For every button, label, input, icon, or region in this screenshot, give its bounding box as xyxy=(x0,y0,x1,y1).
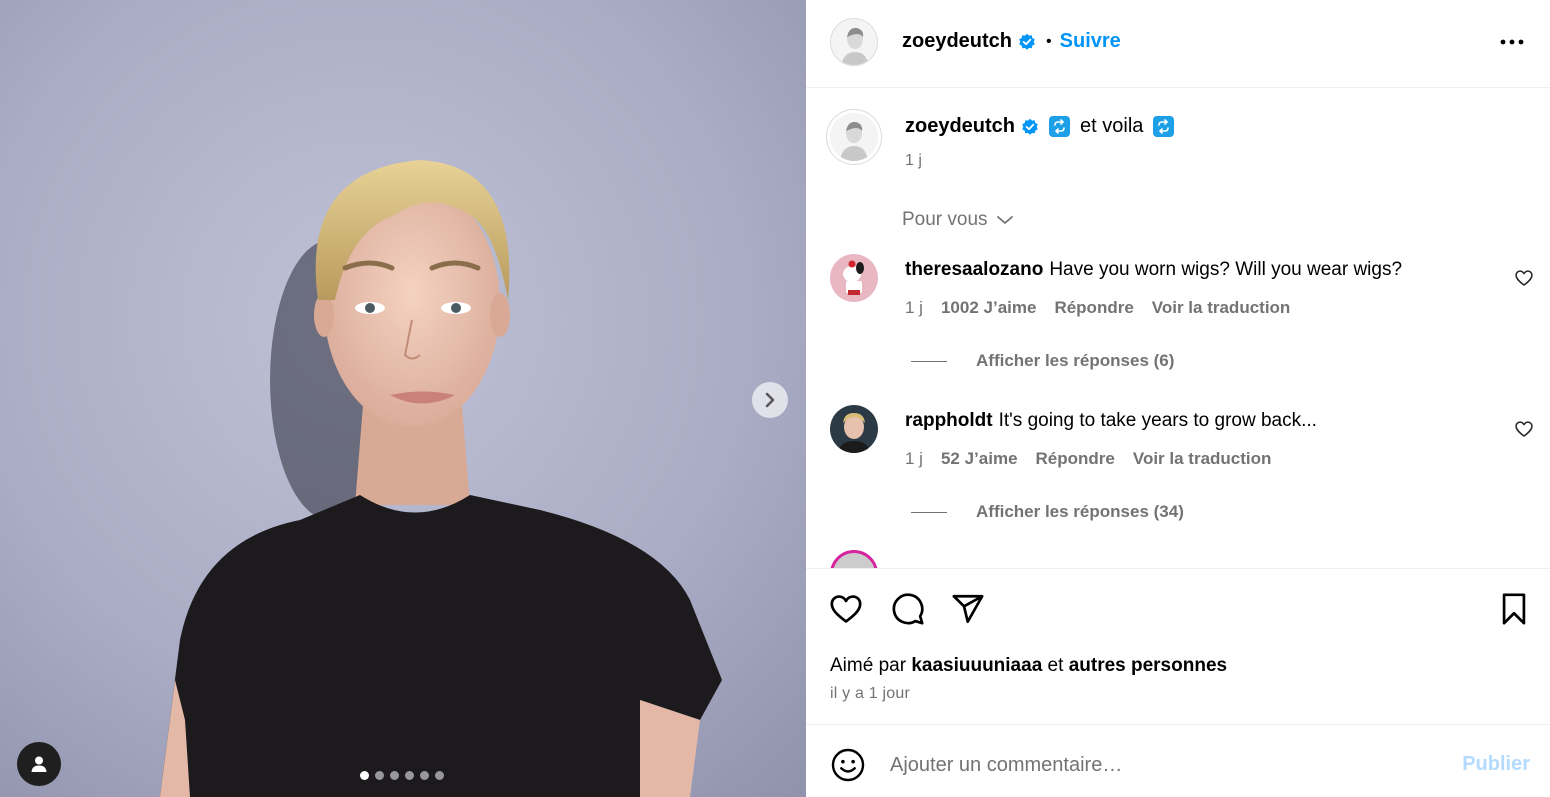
follow-button[interactable]: Suivre xyxy=(1060,30,1121,53)
comment-sort-dropdown[interactable]: Pour vous xyxy=(902,209,1014,231)
comment-bubble-icon xyxy=(892,593,924,625)
carousel-dot xyxy=(390,771,399,780)
comment-body: rappholdt It's going to take years to gro… xyxy=(905,410,1317,432)
carousel-indicator xyxy=(360,771,444,780)
comments-section[interactable]: zoeydeutch et voila 1 j Pour vous theres… xyxy=(806,89,1550,568)
comment-meta: 1 j 1002 J’aime Répondre Voir la traduct… xyxy=(905,298,1290,318)
author-username[interactable]: zoeydeutch xyxy=(902,30,1012,53)
carousel-next-button[interactable] xyxy=(752,382,788,418)
separator-dot: • xyxy=(1046,32,1052,50)
see-translation-button[interactable]: Voir la traduction xyxy=(1133,449,1272,469)
more-horizontal-icon xyxy=(1500,39,1524,45)
caption-author-avatar[interactable] xyxy=(826,109,882,165)
caption-text: et voila xyxy=(1080,115,1144,137)
comment-meta: 1 j 52 J’aime Répondre Voir la traductio… xyxy=(905,449,1271,469)
post-photo xyxy=(0,0,806,797)
caption-username[interactable]: zoeydeutch xyxy=(905,115,1015,138)
publish-comment-button[interactable]: Publier xyxy=(1462,753,1530,776)
add-comment-bar: Publier xyxy=(806,724,1550,797)
caption-timestamp[interactable]: 1 j xyxy=(905,152,922,170)
comment-timestamp[interactable]: 1 j xyxy=(905,449,923,469)
chevron-right-icon xyxy=(765,392,775,408)
author-avatar[interactable] xyxy=(830,18,878,66)
comment-sort-label: Pour vous xyxy=(902,209,988,230)
comment-text: Have you worn wigs? Will you wear wigs? xyxy=(1049,259,1403,280)
commenter-avatar[interactable] xyxy=(830,405,878,453)
avatar-image xyxy=(830,254,878,302)
post-side-panel: zoeydeutch • Suivre zoeydeutch et voila … xyxy=(806,0,1550,797)
bookmark-icon xyxy=(1502,593,1526,625)
repeat-emoji-icon xyxy=(1153,116,1175,137)
liked-by-joiner: et xyxy=(1047,655,1064,676)
carousel-dot xyxy=(375,771,384,780)
heart-icon xyxy=(830,595,862,623)
view-replies-label: Afficher les réponses (34) xyxy=(976,502,1184,521)
smiley-face-icon xyxy=(831,748,865,782)
replies-divider xyxy=(911,511,947,513)
comment-like-heart-icon[interactable] xyxy=(1514,268,1534,288)
commenter-username[interactable]: rappholdt xyxy=(905,410,993,431)
comment-text: It's going to take years to grow back... xyxy=(998,410,1317,431)
header-user-row: zoeydeutch • Suivre xyxy=(902,30,1121,53)
liked-by-prefix: Aimé par xyxy=(830,655,907,676)
chevron-down-icon xyxy=(996,216,1013,224)
post-media xyxy=(0,0,806,797)
caption-line: zoeydeutch et voila xyxy=(905,115,1175,138)
liked-by-username[interactable]: kaasiuuuniaaa xyxy=(911,655,1042,676)
view-replies-button[interactable]: Afficher les réponses (6) xyxy=(911,351,1174,371)
comment-likes-count[interactable]: 52 J’aime xyxy=(941,449,1018,469)
more-options-button[interactable] xyxy=(1498,30,1526,54)
comment-button[interactable] xyxy=(890,591,926,627)
post-timestamp[interactable]: il y a 1 jour xyxy=(830,685,910,703)
verified-badge-icon xyxy=(1021,118,1039,136)
like-button[interactable] xyxy=(828,591,864,627)
replies-divider xyxy=(911,360,947,362)
verified-badge-icon xyxy=(1018,33,1036,51)
save-button[interactable] xyxy=(1496,591,1532,627)
emoji-picker-button[interactable] xyxy=(830,747,866,783)
comment-like-heart-icon[interactable] xyxy=(1514,419,1534,439)
liked-by-others-link[interactable]: autres personnes xyxy=(1069,655,1227,676)
reply-button[interactable]: Répondre xyxy=(1054,298,1133,318)
user-icon xyxy=(31,756,47,772)
avatar-image xyxy=(830,113,878,161)
repeat-emoji-icon xyxy=(1049,116,1071,137)
carousel-dot xyxy=(420,771,429,780)
comment-input[interactable] xyxy=(890,747,1450,783)
view-replies-label: Afficher les réponses (6) xyxy=(976,351,1175,370)
commenter-avatar[interactable] xyxy=(830,254,878,302)
avatar-image xyxy=(830,405,878,453)
post-header: zoeydeutch • Suivre xyxy=(806,0,1550,88)
see-translation-button[interactable]: Voir la traduction xyxy=(1152,298,1291,318)
comment-likes-count[interactable]: 1002 J’aime xyxy=(941,298,1036,318)
carousel-dot xyxy=(360,771,369,780)
share-button[interactable] xyxy=(950,591,986,627)
comment-body: theresaalozano Have you worn wigs? Will y… xyxy=(905,259,1402,281)
view-replies-button[interactable]: Afficher les réponses (34) xyxy=(911,502,1184,522)
reply-button[interactable]: Répondre xyxy=(1036,449,1115,469)
commenter-username[interactable]: theresaalozano xyxy=(905,259,1043,280)
paper-plane-icon xyxy=(952,594,984,624)
commenter-avatar-story-ring[interactable] xyxy=(830,550,878,568)
liked-by-line: Aimé par kaasiuuuniaaa et autres personn… xyxy=(830,655,1227,677)
comment-timestamp[interactable]: 1 j xyxy=(905,298,923,318)
carousel-dot xyxy=(435,771,444,780)
avatar-image xyxy=(831,19,877,65)
post-actions-bar: Aimé par kaasiuuuniaaa et autres personn… xyxy=(806,568,1550,724)
carousel-dot xyxy=(405,771,414,780)
tagged-users-button[interactable] xyxy=(17,742,61,786)
